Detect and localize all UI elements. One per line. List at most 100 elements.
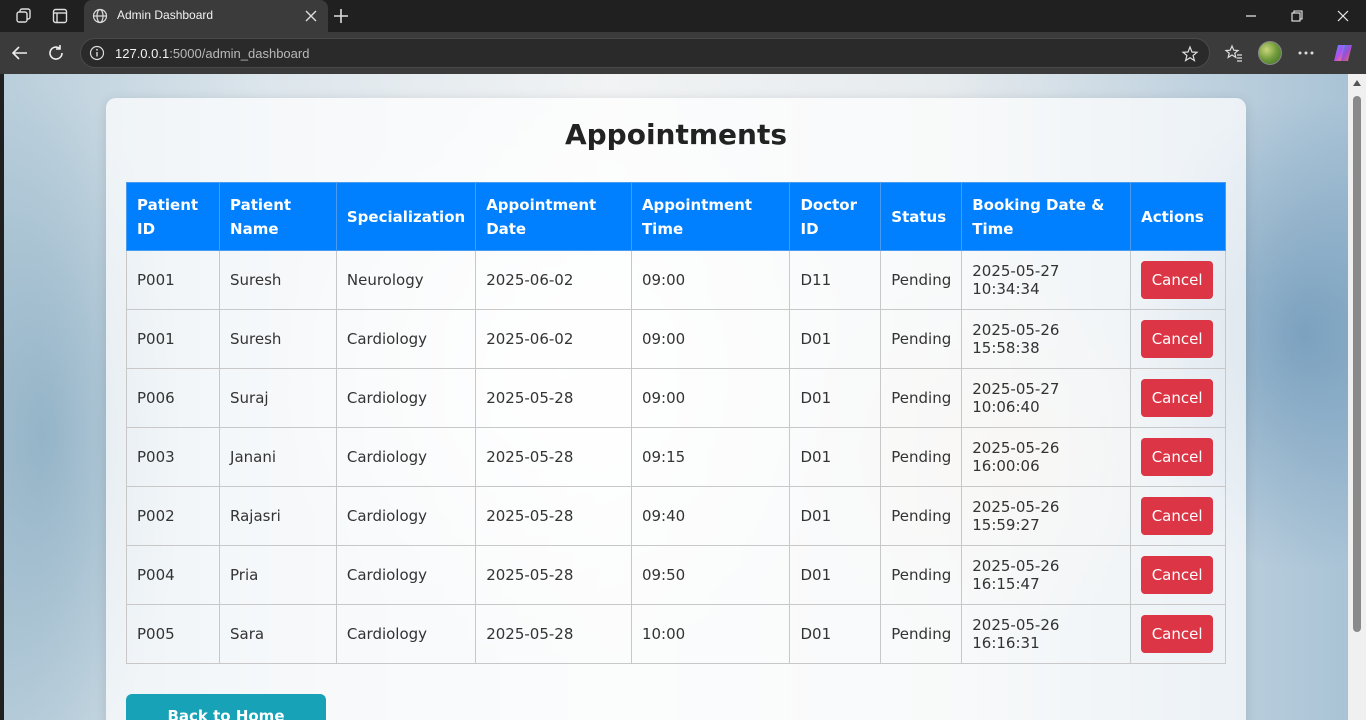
browser-titlebar: Admin Dashboard xyxy=(0,0,1366,32)
profile-avatar[interactable] xyxy=(1258,41,1282,65)
url-text: 127.0.0.1:5000/admin_dashboard xyxy=(115,46,309,61)
table-row: P002 Rajasri Cardiology 2025-05-28 09:40… xyxy=(125,486,1226,546)
cell-actions: Cancel xyxy=(1130,604,1226,664)
cell-booked: 2025-05-26 16:16:31 xyxy=(961,604,1132,664)
cell-actions: Cancel xyxy=(1130,368,1226,428)
cell-time: 10:00 xyxy=(630,604,791,664)
table-row: P001 Suresh Neurology 2025-06-02 09:00 D… xyxy=(125,250,1226,310)
scroll-thumb[interactable] xyxy=(1353,96,1361,632)
cell-patient-id: P001 xyxy=(125,309,221,369)
cancel-button[interactable]: Cancel xyxy=(1141,556,1214,594)
cell-booked: 2025-05-27 10:34:34 xyxy=(961,250,1132,310)
new-tab-icon[interactable] xyxy=(331,6,351,26)
tab-title: Admin Dashboard xyxy=(117,8,214,22)
cell-patient-id: P002 xyxy=(125,486,221,546)
cell-actions: Cancel xyxy=(1130,250,1226,310)
cell-patient-id: P003 xyxy=(125,427,221,487)
cell-doctor-id: D01 xyxy=(789,309,882,369)
appointments-table: Patient ID Patient Name Specialization A… xyxy=(125,182,1226,664)
cell-date: 2025-05-28 xyxy=(475,427,632,487)
col-doctor-id: Doctor ID xyxy=(789,182,882,251)
cell-status: Pending xyxy=(880,368,963,428)
table-row: P001 Suresh Cardiology 2025-06-02 09:00 … xyxy=(125,309,1226,369)
cell-status: Pending xyxy=(880,427,963,487)
cell-date: 2025-06-02 xyxy=(475,250,632,310)
browser-tab[interactable]: Admin Dashboard xyxy=(84,0,328,32)
cancel-button[interactable]: Cancel xyxy=(1141,497,1214,535)
close-window-icon[interactable] xyxy=(1320,0,1366,32)
cell-doctor-id: D11 xyxy=(789,250,882,310)
back-arrow-icon[interactable] xyxy=(10,43,30,63)
cell-specialization: Cardiology xyxy=(335,309,477,369)
page-scrollbar[interactable] xyxy=(1348,74,1366,720)
browser-toolbar: 127.0.0.1:5000/admin_dashboard xyxy=(0,32,1366,74)
refresh-icon[interactable] xyxy=(46,43,66,63)
cancel-button[interactable]: Cancel xyxy=(1141,379,1214,417)
address-bar[interactable]: 127.0.0.1:5000/admin_dashboard xyxy=(80,38,1210,68)
url-host: 127.0.0.1 xyxy=(115,46,170,61)
cell-patient-name: Sara xyxy=(219,604,337,664)
cell-status: Pending xyxy=(880,250,963,310)
col-actions: Actions xyxy=(1130,182,1226,251)
favorite-star-icon[interactable] xyxy=(1181,45,1199,63)
url-path: :5000/admin_dashboard xyxy=(169,46,310,61)
table-row: P004 Pria Cardiology 2025-05-28 09:50 D0… xyxy=(125,545,1226,605)
page-viewport: Appointments Patient ID Patient Name Spe… xyxy=(4,74,1348,720)
cell-time: 09:50 xyxy=(630,545,791,605)
col-appointment-time: Appointment Time xyxy=(630,182,791,251)
cell-patient-name: Janani xyxy=(219,427,337,487)
col-appointment-date: Appointment Date xyxy=(475,182,632,251)
workspaces-icon[interactable] xyxy=(14,6,34,26)
cancel-button[interactable]: Cancel xyxy=(1141,320,1214,358)
restore-icon[interactable] xyxy=(1274,0,1320,32)
favorites-icon[interactable] xyxy=(1224,43,1244,63)
table-header-row: Patient ID Patient Name Specialization A… xyxy=(125,182,1226,251)
table-row: P006 Suraj Cardiology 2025-05-28 09:00 D… xyxy=(125,368,1226,428)
close-tab-icon[interactable] xyxy=(304,8,318,22)
appointments-card: Appointments Patient ID Patient Name Spe… xyxy=(106,98,1246,720)
minimize-icon[interactable] xyxy=(1228,0,1274,32)
cell-date: 2025-05-28 xyxy=(475,604,632,664)
cell-specialization: Neurology xyxy=(335,250,477,310)
cell-specialization: Cardiology xyxy=(335,427,477,487)
cell-booked: 2025-05-26 16:15:47 xyxy=(961,545,1132,605)
cell-status: Pending xyxy=(880,309,963,369)
more-menu-icon[interactable] xyxy=(1296,43,1316,63)
cell-actions: Cancel xyxy=(1130,427,1226,487)
site-info-icon[interactable] xyxy=(89,45,105,61)
cell-patient-name: Suresh xyxy=(219,309,337,369)
cell-specialization: Cardiology xyxy=(335,545,477,605)
cell-date: 2025-05-28 xyxy=(475,545,632,605)
cell-date: 2025-06-02 xyxy=(475,309,632,369)
col-patient-id: Patient ID xyxy=(125,182,221,251)
table-row: P003 Janani Cardiology 2025-05-28 09:15 … xyxy=(125,427,1226,487)
cell-time: 09:00 xyxy=(630,250,791,310)
col-status: Status xyxy=(880,182,963,251)
cell-doctor-id: D01 xyxy=(789,427,882,487)
col-specialization: Specialization xyxy=(335,182,477,251)
vertical-tabs-icon[interactable] xyxy=(50,6,70,26)
cell-doctor-id: D01 xyxy=(789,545,882,605)
cell-patient-name: Suraj xyxy=(219,368,337,428)
globe-icon xyxy=(92,8,108,24)
cell-status: Pending xyxy=(880,604,963,664)
col-booking-datetime: Booking Date & Time xyxy=(961,182,1132,251)
cancel-button[interactable]: Cancel xyxy=(1141,438,1214,476)
cell-patient-id: P001 xyxy=(125,250,221,310)
cell-time: 09:15 xyxy=(630,427,791,487)
cell-specialization: Cardiology xyxy=(335,368,477,428)
copilot-icon[interactable] xyxy=(1332,42,1354,64)
cancel-button[interactable]: Cancel xyxy=(1141,615,1214,653)
cell-time: 09:40 xyxy=(630,486,791,546)
cell-doctor-id: D01 xyxy=(789,604,882,664)
cell-booked: 2025-05-27 10:06:40 xyxy=(961,368,1132,428)
cancel-button[interactable]: Cancel xyxy=(1141,261,1214,299)
cell-doctor-id: D01 xyxy=(789,368,882,428)
cell-doctor-id: D01 xyxy=(789,486,882,546)
cell-specialization: Cardiology xyxy=(335,486,477,546)
cell-booked: 2025-05-26 15:58:38 xyxy=(961,309,1132,369)
back-to-home-button[interactable]: Back to Home xyxy=(126,694,326,720)
cell-actions: Cancel xyxy=(1130,486,1226,546)
table-row: P005 Sara Cardiology 2025-05-28 10:00 D0… xyxy=(125,604,1226,664)
scroll-up-arrow-icon[interactable] xyxy=(1353,80,1361,86)
